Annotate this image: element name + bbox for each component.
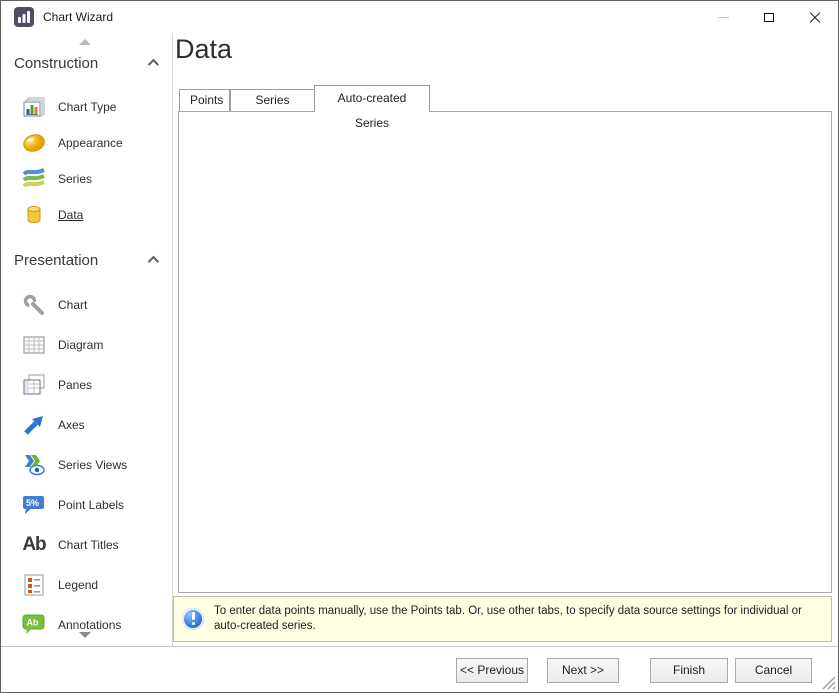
section-header-construction[interactable]: Construction [14, 53, 156, 73]
tab-points[interactable]: Points [179, 89, 230, 112]
chart-titles-icon: Ab [19, 531, 49, 559]
tab-auto-created-series[interactable]: Auto-created Series [314, 85, 430, 112]
sidebar-item-label: Data [58, 208, 83, 222]
chart-type-icon [19, 93, 49, 121]
series-icon [19, 165, 49, 193]
page-title: Data [175, 34, 232, 65]
sidebar-item-series-views[interactable]: Series Views [19, 451, 127, 479]
close-button[interactable] [792, 2, 838, 33]
footer-separator [1, 646, 838, 647]
sidebar-item-diagram[interactable]: Diagram [19, 331, 103, 359]
svg-text:5%: 5% [26, 498, 39, 508]
sidebar-item-label: Legend [58, 578, 98, 592]
maximize-icon [764, 13, 774, 22]
title-bar: Chart Wizard [1, 1, 838, 33]
sidebar-item-label: Chart Type [58, 100, 116, 114]
svg-text:Ab: Ab [27, 618, 39, 628]
tab-series-binding[interactable]: Series Binding [230, 89, 315, 112]
sidebar-item-point-labels[interactable]: 5% Point Labels [19, 491, 124, 519]
tab-page-auto-created-series [178, 111, 832, 593]
app-icon-glyph [17, 10, 31, 24]
panes-icon [19, 371, 49, 399]
series-views-icon [19, 451, 49, 479]
appearance-icon [19, 129, 49, 157]
sidebar-item-label: Panes [58, 378, 92, 392]
section-label: Presentation [14, 252, 98, 269]
finish-button[interactable]: Finish [650, 658, 728, 683]
data-icon [19, 201, 49, 229]
info-icon [182, 608, 204, 630]
previous-button[interactable]: << Previous [456, 658, 528, 683]
point-labels-icon: 5% [19, 491, 49, 519]
sidebar-item-label: Appearance [58, 136, 123, 150]
scroll-up-icon[interactable] [79, 39, 91, 45]
sidebar-item-panes[interactable]: Panes [19, 371, 92, 399]
app-icon [14, 7, 34, 27]
axes-arrow-icon [19, 411, 49, 439]
sidebar-item-legend[interactable]: Legend [19, 571, 98, 599]
sidebar-item-label: Series Views [58, 458, 127, 472]
annotations-icon: Ab [19, 611, 49, 639]
info-text: To enter data points manually, use the P… [214, 604, 824, 634]
sidebar-item-series[interactable]: Series [19, 165, 92, 193]
minimize-button[interactable] [700, 2, 746, 33]
resize-grip[interactable] [822, 676, 836, 690]
legend-icon [19, 571, 49, 599]
sidebar-separator [172, 33, 173, 646]
section-label: Construction [14, 55, 98, 72]
maximize-button[interactable] [746, 2, 792, 33]
sidebar-item-annotations[interactable]: Ab Annotations [19, 611, 121, 639]
sidebar-item-chart-type[interactable]: Chart Type [19, 93, 116, 121]
window-title: Chart Wizard [43, 1, 113, 33]
sidebar-item-label: Chart [58, 298, 87, 312]
sidebar-item-label: Chart Titles [58, 538, 119, 552]
chevron-up-icon [148, 59, 159, 70]
diagram-grid-icon [19, 331, 49, 359]
sidebar-item-label: Axes [58, 418, 85, 432]
chevron-up-icon [148, 256, 159, 267]
scroll-down-icon[interactable] [79, 632, 91, 638]
sidebar-item-data[interactable]: Data [19, 201, 83, 229]
sidebar-item-label: Annotations [58, 618, 121, 632]
sidebar-item-appearance[interactable]: Appearance [19, 129, 123, 157]
next-button[interactable]: Next >> [547, 658, 619, 683]
sidebar-item-label: Diagram [58, 338, 103, 352]
sidebar-item-chart-titles[interactable]: Ab Chart Titles [19, 531, 119, 559]
close-icon [809, 12, 821, 24]
wrench-icon [19, 291, 49, 319]
info-bar: To enter data points manually, use the P… [173, 596, 832, 642]
minimize-icon [718, 17, 729, 18]
cancel-button[interactable]: Cancel [735, 658, 812, 683]
chart-wizard-dialog: Chart Wizard Construction Chart Type [0, 0, 839, 693]
section-header-presentation[interactable]: Presentation [14, 250, 156, 270]
sidebar-item-label: Point Labels [58, 498, 124, 512]
sidebar-item-axes[interactable]: Axes [19, 411, 85, 439]
sidebar-item-label: Series [58, 172, 92, 186]
sidebar-item-chart[interactable]: Chart [19, 291, 87, 319]
